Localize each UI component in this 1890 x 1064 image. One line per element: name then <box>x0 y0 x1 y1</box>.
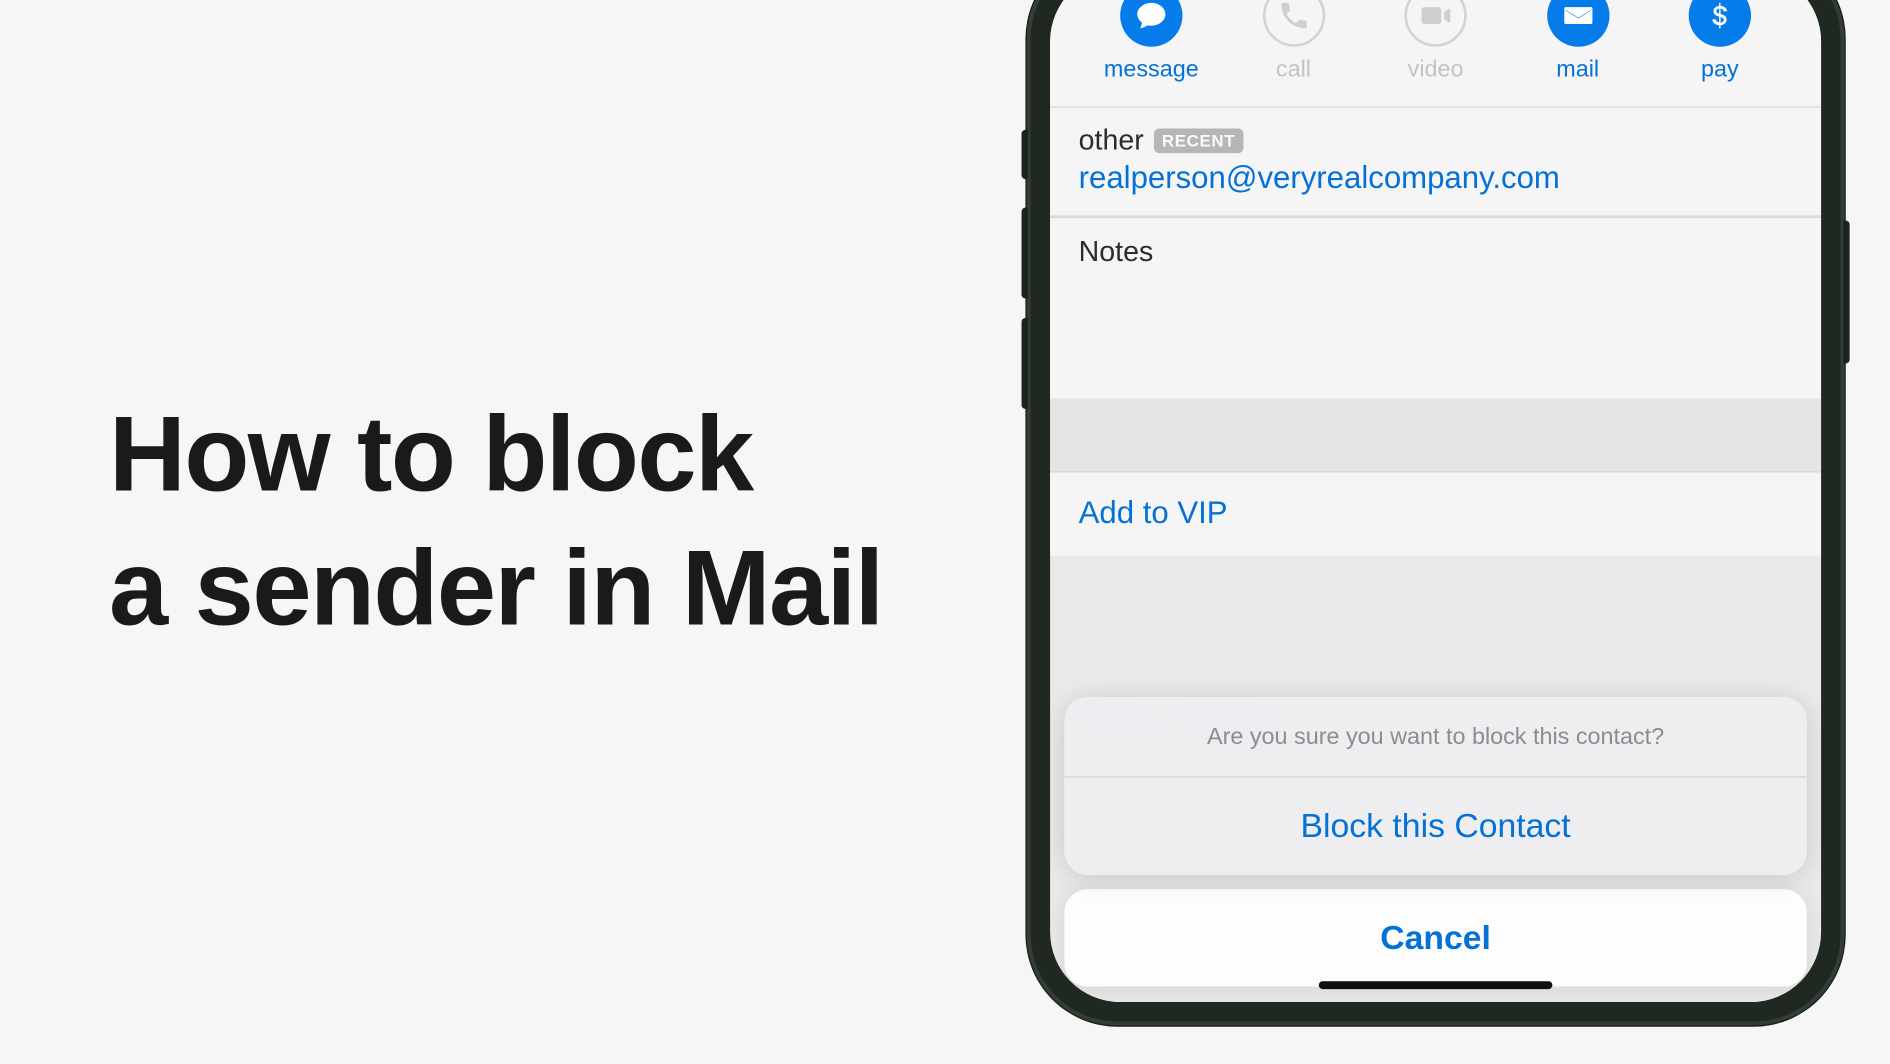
mute-switch <box>1022 130 1028 179</box>
title-line-1: How to block <box>109 389 883 522</box>
title-line-2: a sender in Mail <box>109 522 883 655</box>
call-label: call <box>1276 56 1311 83</box>
home-indicator[interactable] <box>1319 981 1553 989</box>
pay-action[interactable]: pay <box>1658 0 1783 83</box>
cancel-button[interactable]: Cancel <box>1064 889 1806 986</box>
contact-actions-row: message call video <box>1050 0 1821 108</box>
notes-label: Notes <box>1079 235 1154 267</box>
section-gap <box>1050 398 1821 471</box>
sheet-prompt: Are you sure you want to block this cont… <box>1064 697 1806 777</box>
phone-screen: message call video <box>1050 0 1821 1002</box>
message-action[interactable]: message <box>1089 0 1214 83</box>
phone-icon <box>1262 0 1324 47</box>
notes-section[interactable]: Notes <box>1050 217 1821 399</box>
phone-frame: message call video <box>1027 0 1845 1025</box>
volume-down-button <box>1022 318 1028 409</box>
email-field-label: other <box>1079 123 1144 157</box>
volume-up-button <box>1022 208 1028 299</box>
mail-action[interactable]: mail <box>1515 0 1640 83</box>
message-label: message <box>1104 56 1199 83</box>
power-button <box>1843 221 1849 364</box>
email-value: realperson@veryrealcompany.com <box>1079 161 1793 197</box>
pay-label: pay <box>1701 56 1739 83</box>
dollar-icon <box>1689 0 1751 47</box>
message-icon <box>1120 0 1182 47</box>
block-contact-sheet: Are you sure you want to block this cont… <box>1064 697 1806 875</box>
vip-section: Add to VIP <box>1050 471 1821 555</box>
call-action: call <box>1231 0 1356 83</box>
mail-icon <box>1547 0 1609 47</box>
video-action: video <box>1373 0 1498 83</box>
video-label: video <box>1408 56 1464 83</box>
action-sheet-container: Share Contact Are you sure you want to b… <box>1050 705 1821 1002</box>
block-contact-button[interactable]: Block this Contact <box>1064 778 1806 875</box>
page-title: How to block a sender in Mail <box>109 389 883 655</box>
add-to-vip-link[interactable]: Add to VIP <box>1050 472 1821 555</box>
mail-label: mail <box>1556 56 1599 83</box>
recent-badge: RECENT <box>1154 128 1243 153</box>
email-section[interactable]: other RECENT realperson@veryrealcompany.… <box>1050 108 1821 217</box>
video-icon <box>1404 0 1466 47</box>
